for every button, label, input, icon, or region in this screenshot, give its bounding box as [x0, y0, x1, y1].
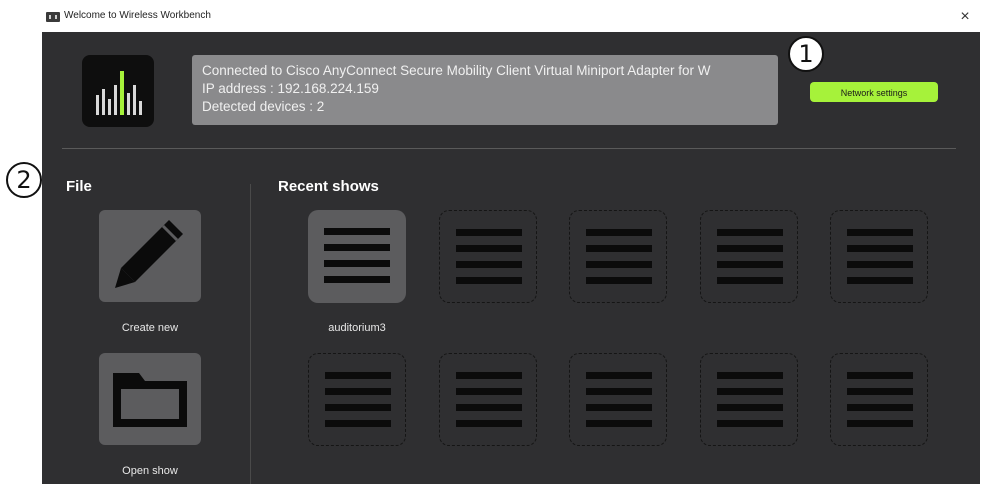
welcome-panel: Connected to Cisco AnyConnect Secure Mob…	[6, 32, 980, 484]
recent-show-tile[interactable]	[308, 210, 406, 303]
folder-icon	[113, 373, 187, 427]
title-bar: Welcome to Wireless Workbench ×	[0, 0, 981, 34]
wireless-workbench-logo-icon	[82, 55, 154, 127]
recent-shows-title: Recent shows	[278, 178, 379, 195]
connection-info-box: Connected to Cisco AnyConnect Secure Mob…	[192, 55, 778, 125]
empty-show-slot	[569, 210, 667, 303]
show-list-icon	[324, 228, 390, 284]
empty-show-slot	[830, 353, 928, 446]
close-button[interactable]: ×	[956, 8, 974, 26]
show-list-icon	[717, 372, 783, 428]
show-list-icon	[586, 229, 652, 285]
open-show-button[interactable]	[99, 353, 201, 445]
show-list-icon	[586, 372, 652, 428]
open-show-label: Open show	[122, 465, 178, 477]
create-new-label: Create new	[121, 322, 179, 334]
file-section-title: File	[66, 178, 92, 195]
create-new-button[interactable]	[99, 210, 201, 302]
callout-marker-2: 2	[6, 162, 42, 198]
empty-show-slot	[700, 353, 798, 446]
empty-show-slot	[569, 353, 667, 446]
ip-address-text: IP address : 192.168.224.159	[202, 81, 379, 96]
detected-devices-text: Detected devices : 2	[202, 99, 325, 114]
window-title: Welcome to Wireless Workbench	[64, 10, 211, 21]
empty-show-slot	[830, 210, 928, 303]
empty-show-slot	[308, 353, 406, 446]
show-list-icon	[847, 229, 913, 285]
show-list-icon	[847, 372, 913, 428]
empty-show-slot	[700, 210, 798, 303]
connection-adapter-text: Connected to Cisco AnyConnect Secure Mob…	[202, 63, 711, 78]
pencil-icon	[115, 220, 183, 288]
network-settings-button[interactable]: Network settings	[810, 82, 938, 102]
empty-show-slot	[439, 210, 537, 303]
show-list-icon	[717, 229, 783, 285]
show-list-icon	[325, 372, 391, 428]
callout-marker-1: 1	[788, 36, 824, 72]
show-list-icon	[456, 372, 522, 428]
section-divider	[62, 148, 956, 149]
file-recent-divider	[250, 184, 251, 484]
empty-show-slot	[439, 353, 537, 446]
app-icon	[46, 12, 60, 22]
recent-show-name: auditorium3	[328, 322, 386, 334]
show-list-icon	[456, 229, 522, 285]
